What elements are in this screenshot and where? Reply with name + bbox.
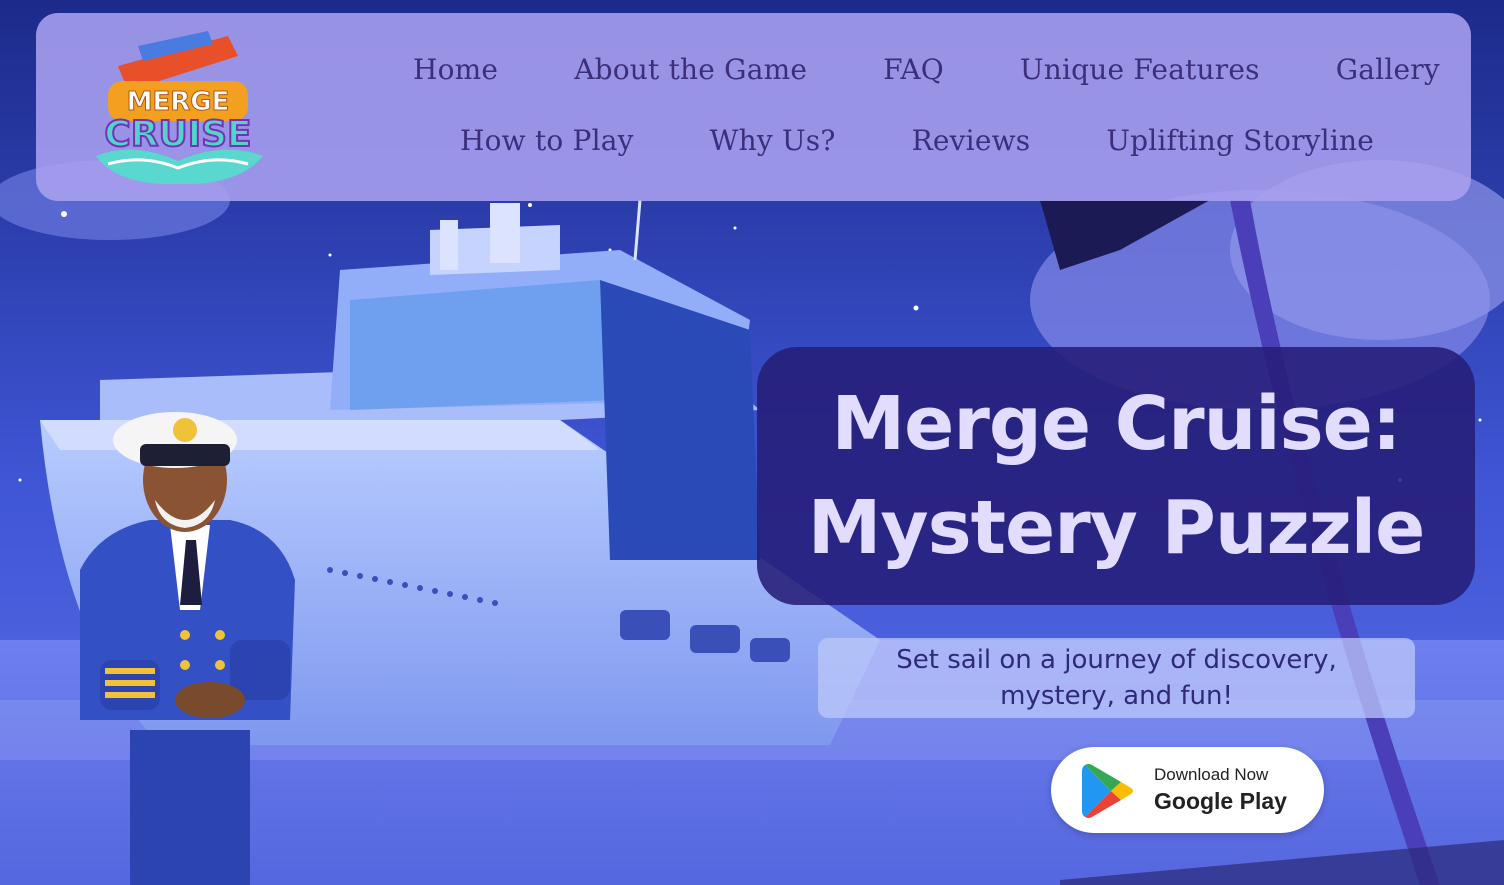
merge-cruise-logo[interactable]: MERGE CRUISE [88, 26, 266, 186]
nav-link-gallery[interactable]: Gallery [1336, 53, 1440, 86]
nav-link-faq[interactable]: FAQ [883, 53, 944, 86]
nav-links-row-1: Home About the Game FAQ Unique Features … [413, 53, 1440, 86]
hero-subtitle-panel: Set sail on a journey of discovery, myst… [818, 638, 1415, 718]
google-play-label: Google Play [1154, 788, 1287, 814]
nav-link-about-the-game[interactable]: About the Game [574, 53, 807, 86]
nav-link-how-to-play[interactable]: How to Play [460, 124, 634, 157]
nav-link-why-us[interactable]: Why Us? [710, 124, 836, 157]
logo-top-text: MERGE [127, 87, 230, 117]
hero-title-line-2: Mystery Puzzle [807, 485, 1426, 571]
hero-subtitle: Set sail on a journey of discovery, myst… [896, 645, 1337, 711]
logo-bottom-text: CRUISE [104, 114, 251, 155]
hero-title-panel: Merge Cruise: Mystery Puzzle [757, 347, 1475, 605]
nav-link-uplifting-storyline[interactable]: Uplifting Storyline [1106, 124, 1374, 157]
nav-link-home[interactable]: Home [413, 53, 498, 86]
nav-links-row-2: How to Play Why Us? Reviews Uplifting St… [460, 124, 1374, 157]
google-play-icon [1082, 764, 1133, 818]
nav-link-unique-features[interactable]: Unique Features [1020, 53, 1260, 86]
nav-link-reviews[interactable]: Reviews [912, 124, 1031, 157]
captain-character-illustration [80, 412, 295, 885]
hero-title-line-1: Merge Cruise: [831, 381, 1402, 467]
google-play-download-button[interactable]: Download Now Google Play [1051, 747, 1324, 833]
download-now-label: Download Now [1154, 765, 1269, 784]
